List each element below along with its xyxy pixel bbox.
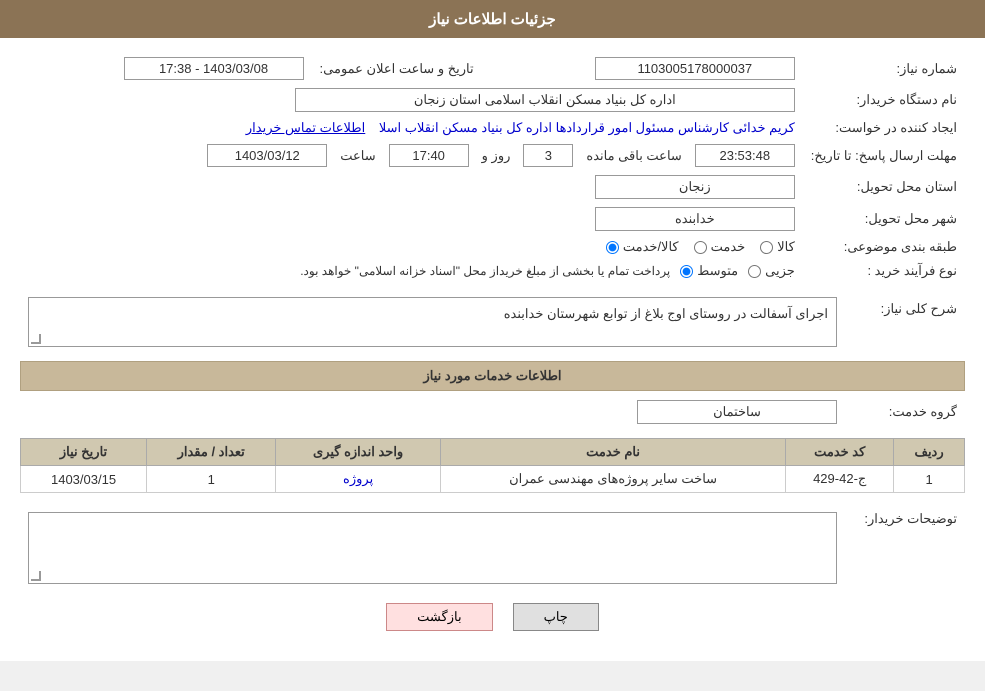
col-unit: واحد اندازه گیری: [276, 439, 441, 466]
purchase-type-note: پرداخت تمام یا بخشی از مبلغ خریداز محل "…: [300, 264, 670, 278]
buyer-notes-box: [28, 512, 837, 584]
category-kala-khedmat-label: کالا/خدمت: [623, 239, 679, 255]
reply-remaining-label: ساعت باقی مانده: [586, 148, 681, 164]
buyer-notes-label: توضیحات خریدار:: [845, 503, 965, 588]
buyer-notes-text: [29, 513, 836, 583]
reply-deadline-label: مهلت ارسال پاسخ: تا تاریخ:: [803, 140, 965, 171]
buyer-notes-value: [20, 503, 845, 588]
province-label: استان محل تحویل:: [803, 171, 965, 203]
service-group-table: گروه خدمت: ساختمان: [20, 396, 965, 428]
need-number-value: 1103005178000037: [482, 53, 803, 84]
need-description-section: شرح کلی نیاز: اجرای آسفالت در روستای اوج…: [20, 293, 965, 351]
print-button[interactable]: چاپ: [513, 603, 599, 631]
col-date: تاریخ نیاز: [21, 439, 147, 466]
need-description-box: اجرای آسفالت در روستای اوج بلاغ از توابع…: [28, 297, 837, 347]
purchase-jozi-label: جزیی: [765, 263, 795, 279]
purchase-motavasset-label: متوسط: [697, 263, 738, 279]
purchase-type-row: جزیی متوسط پرداخت تمام یا بخشی از مبلغ خ…: [20, 259, 803, 283]
purchase-type-label: نوع فرآیند خرید :: [803, 259, 965, 283]
col-name: نام خدمت: [440, 439, 785, 466]
city-value: خدابنده: [20, 203, 803, 235]
contact-link[interactable]: اطلاعات تماس خریدار: [246, 120, 365, 135]
buyer-org-input: اداره کل بنیاد مسکن انقلاب اسلامی استان …: [295, 88, 795, 112]
creator-text: کریم خدائی کارشناس مسئول امور قراردادها …: [379, 120, 795, 135]
buyer-notes-section: توضیحات خریدار:: [20, 503, 965, 588]
services-table: ردیف کد خدمت نام خدمت واحد اندازه گیری ت…: [20, 438, 965, 493]
cell-row: 1: [894, 466, 965, 493]
cell-unit: پروژه: [276, 466, 441, 493]
category-khedmat[interactable]: خدمت: [694, 239, 746, 255]
city-input: خدابنده: [595, 207, 795, 231]
city-label: شهر محل تحویل:: [803, 203, 965, 235]
reply-deadline-row: 1403/03/12 ساعت 17:40 روز و 3 ساعت باقی …: [20, 140, 803, 171]
creator-value: کریم خدائی کارشناس مسئول امور قراردادها …: [20, 116, 803, 140]
cell-code: ج-42-429: [786, 466, 894, 493]
service-group-label: گروه خدمت:: [845, 396, 965, 428]
service-group-input: ساختمان: [637, 400, 837, 424]
services-section-header: اطلاعات خدمات مورد نیاز: [20, 361, 965, 391]
category-kala[interactable]: کالا: [760, 239, 795, 255]
category-label: طبقه بندی موضوعی:: [803, 235, 965, 259]
category-options: کالا خدمت کالا/خدمت: [20, 235, 803, 259]
need-description-text: اجرای آسفالت در روستای اوج بلاغ از توابع…: [504, 306, 828, 321]
announce-date-input: 1403/03/08 - 17:38: [124, 57, 304, 80]
notes-resize-handle[interactable]: [31, 571, 41, 581]
announce-date-value: 1403/03/08 - 17:38: [20, 53, 312, 84]
need-description-value: اجرای آسفالت در روستای اوج بلاغ از توابع…: [20, 293, 845, 351]
purchase-jozi[interactable]: جزیی: [748, 263, 795, 279]
need-description-label: شرح کلی نیاز:: [845, 293, 965, 351]
reply-date-input: 1403/03/12: [207, 144, 327, 167]
col-code: کد خدمت: [786, 439, 894, 466]
col-qty: تعداد / مقدار: [147, 439, 276, 466]
creator-label: ایجاد کننده در خواست:: [803, 116, 965, 140]
province-input: زنجان: [595, 175, 795, 199]
cell-name: ساخت سایر پروژه‌های مهندسی عمران: [440, 466, 785, 493]
cell-qty: 1: [147, 466, 276, 493]
page-header: جزئیات اطلاعات نیاز: [0, 0, 985, 38]
reply-days-input: 3: [523, 144, 573, 167]
buyer-org-label: نام دستگاه خریدار:: [803, 84, 965, 116]
purchase-motavasset[interactable]: متوسط: [680, 263, 738, 279]
service-group-value: ساختمان: [20, 396, 845, 428]
action-buttons: چاپ بازگشت: [20, 603, 965, 631]
reply-time-label: ساعت: [340, 148, 375, 164]
category-kala-label: کالا: [777, 239, 795, 255]
cell-date: 1403/03/15: [21, 466, 147, 493]
reply-remaining-input: 23:53:48: [695, 144, 795, 167]
table-row: 1 ج-42-429 ساخت سایر پروژه‌های مهندسی عم…: [21, 466, 965, 493]
reply-time-input: 17:40: [389, 144, 469, 167]
page-title: جزئیات اطلاعات نیاز: [429, 11, 556, 28]
col-row: ردیف: [894, 439, 965, 466]
announce-date-label: تاریخ و ساعت اعلان عمومی:: [312, 53, 482, 84]
main-info-table: شماره نیاز: 1103005178000037 تاریخ و ساع…: [20, 53, 965, 283]
back-button[interactable]: بازگشت: [386, 603, 492, 631]
need-number-label: شماره نیاز:: [803, 53, 965, 84]
category-khedmat-label: خدمت: [711, 239, 746, 255]
resize-handle[interactable]: [31, 334, 41, 344]
category-kala-khedmat[interactable]: کالا/خدمت: [606, 239, 679, 255]
reply-days-label: روز و: [482, 148, 511, 164]
need-number-input: 1103005178000037: [595, 57, 795, 80]
buyer-org-value: اداره کل بنیاد مسکن انقلاب اسلامی استان …: [20, 84, 803, 116]
province-value: زنجان: [20, 171, 803, 203]
